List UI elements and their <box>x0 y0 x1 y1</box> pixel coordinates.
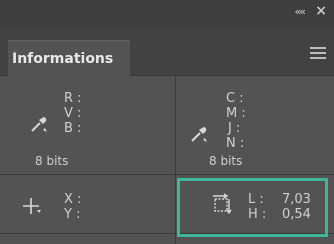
left-bit-depth: 8 bits <box>35 154 69 168</box>
h-label: H : <box>248 207 267 222</box>
v-label: V : <box>64 106 82 121</box>
l-value: 7,03 <box>282 192 311 207</box>
m-label: M : <box>226 106 246 121</box>
r-label: R : <box>64 91 82 106</box>
l-label: L : <box>248 192 264 207</box>
panel-top-bar: «« × <box>0 0 334 26</box>
h-value: 0,54 <box>282 207 311 222</box>
crosshair-icon <box>23 198 41 214</box>
section-divider-vertical <box>175 76 176 244</box>
c-label: C : <box>226 91 244 106</box>
j-label: J : <box>228 121 241 136</box>
panel-tab-row: Informations <box>0 26 334 76</box>
tab-informations[interactable]: Informations <box>8 40 130 76</box>
eyedropper-icon[interactable] <box>28 113 50 135</box>
n-label: N : <box>226 136 245 151</box>
panel-menu-icon[interactable] <box>310 47 326 59</box>
b-label: B : <box>64 121 82 136</box>
y-label: Y : <box>64 207 81 222</box>
right-bit-depth: 8 bits <box>209 154 243 168</box>
close-panel-button[interactable]: × <box>315 3 327 19</box>
selection-size-icon <box>213 193 232 214</box>
collapse-panel-button[interactable]: «« <box>295 5 307 18</box>
tab-informations-label: Informations <box>12 51 114 67</box>
x-label: X : <box>64 192 82 207</box>
eyedropper-icon[interactable] <box>188 123 210 145</box>
section-divider-horizontal <box>0 174 334 175</box>
